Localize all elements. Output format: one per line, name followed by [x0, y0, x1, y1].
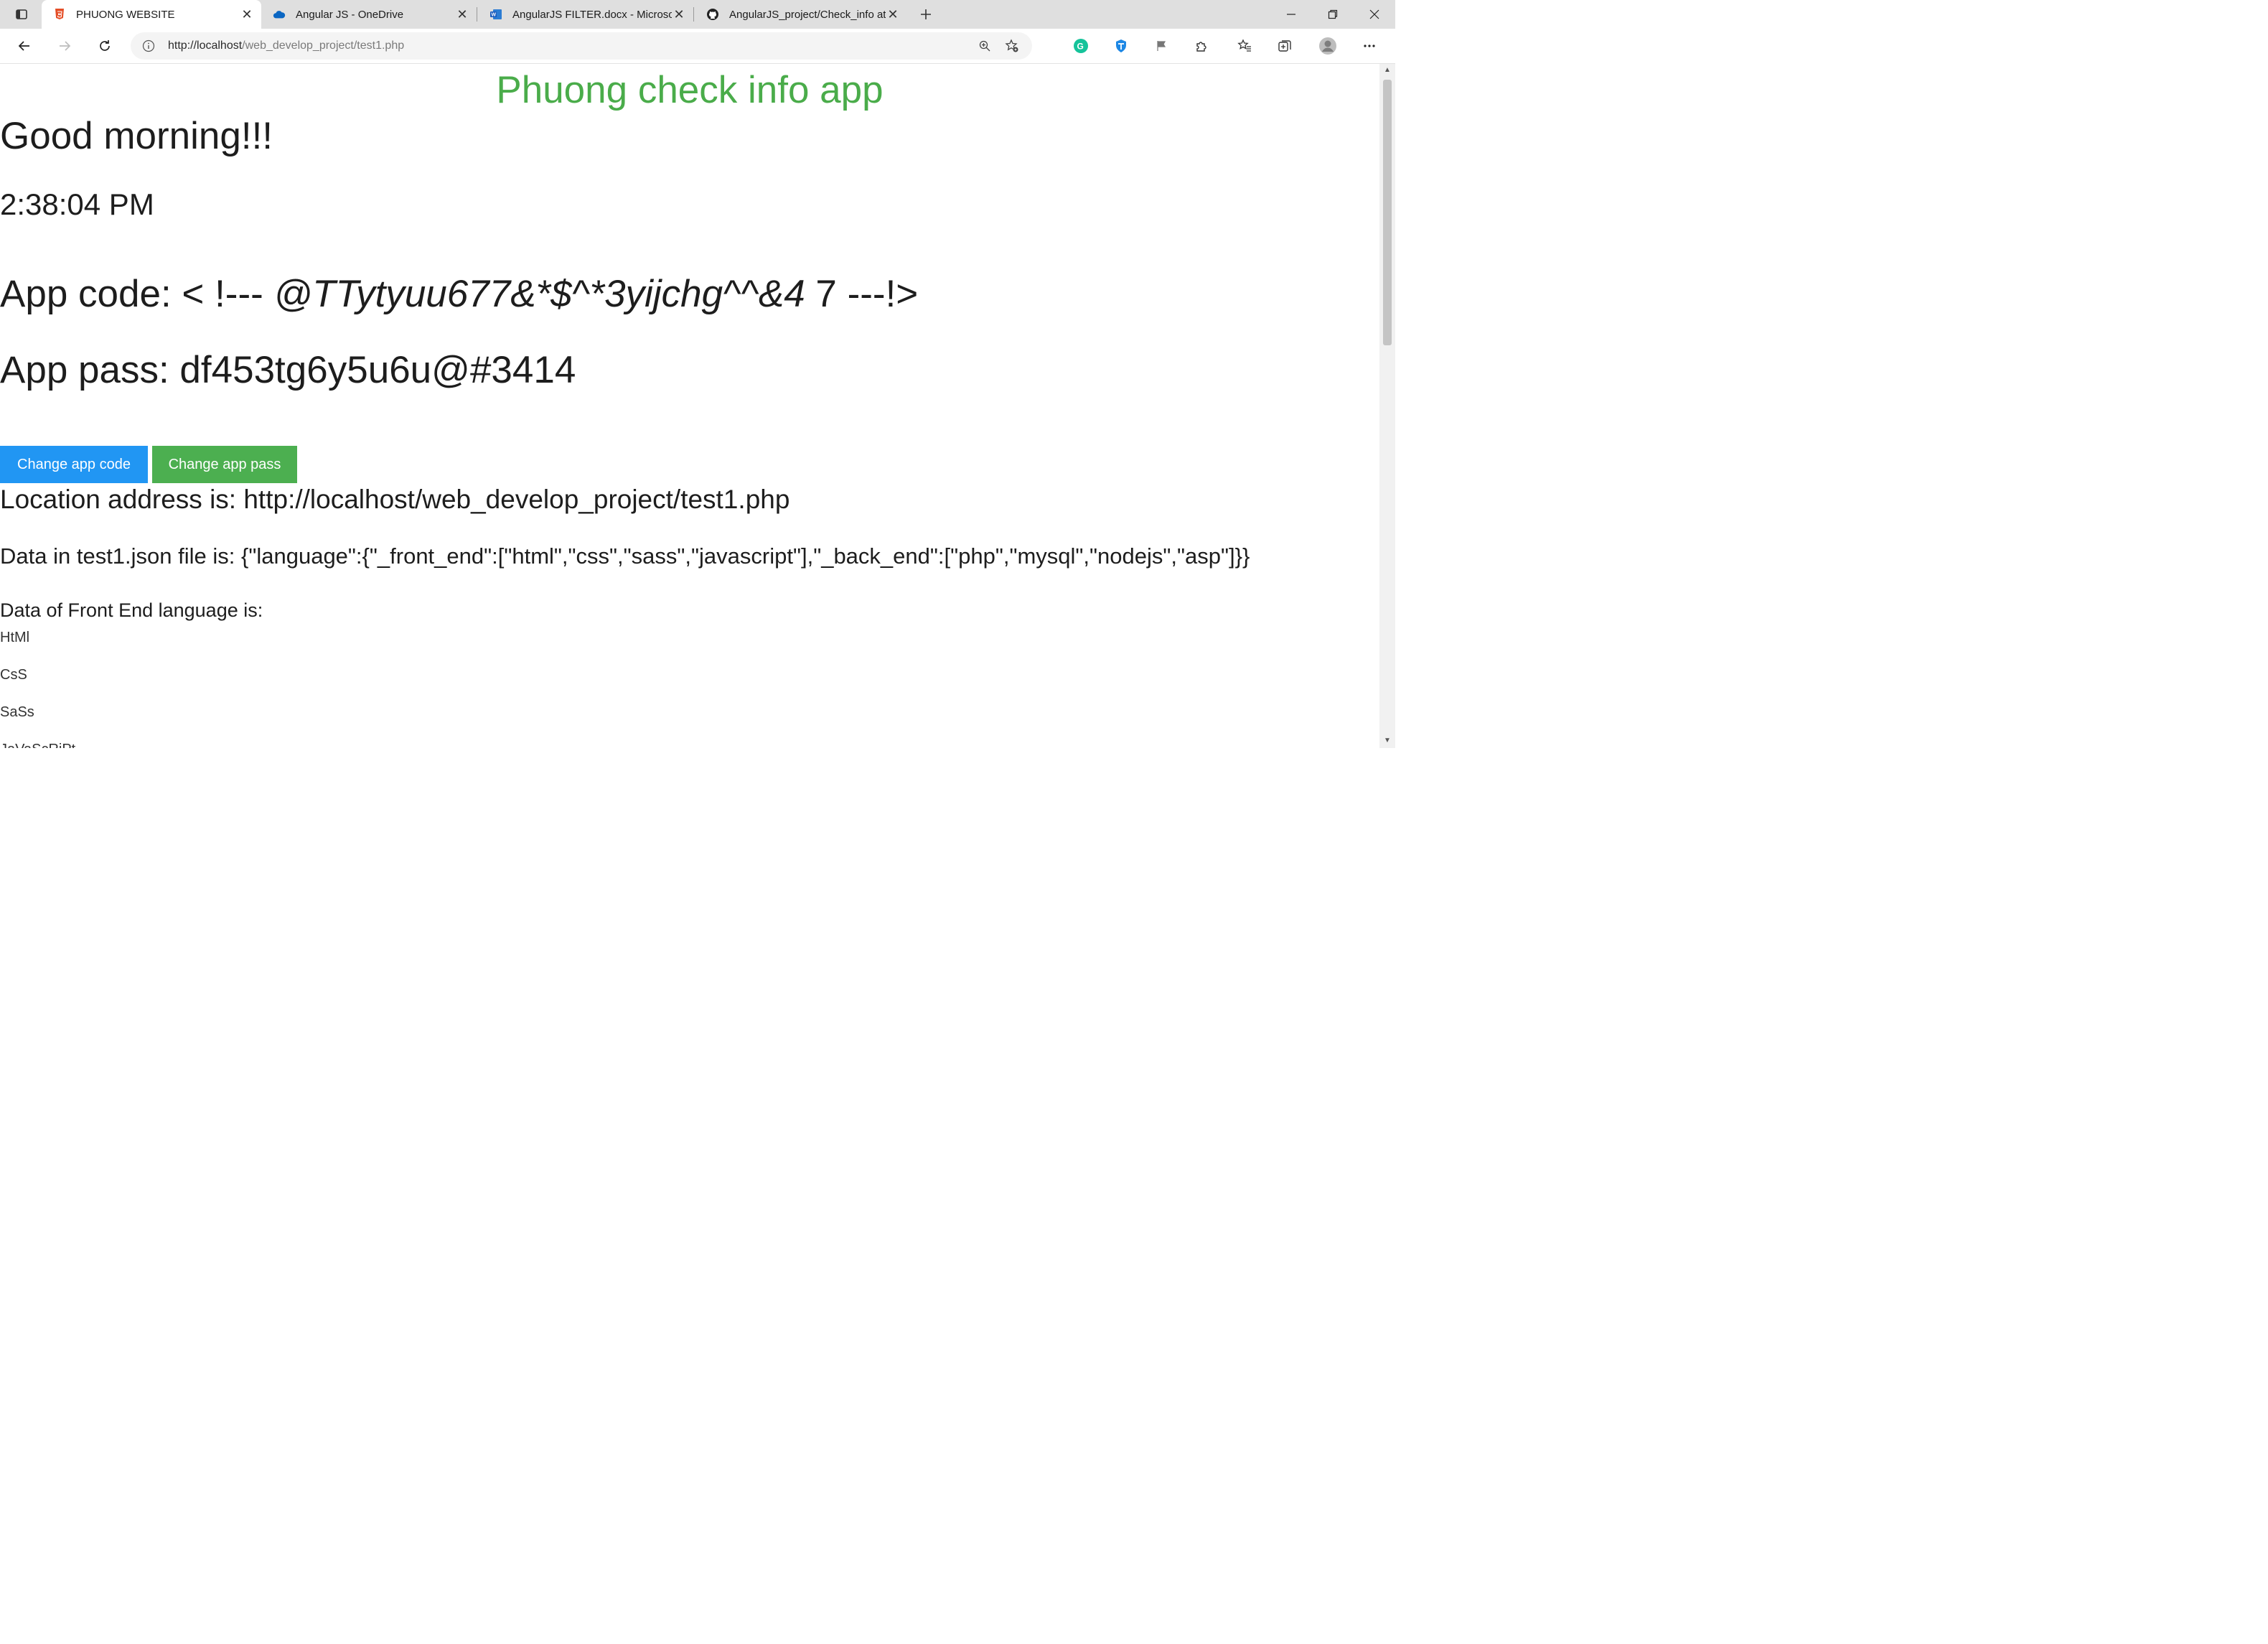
- app-code-value: @TTytyuu677&*$^*3yijchg^^&4: [273, 273, 805, 315]
- profile-avatar-icon[interactable]: [1316, 34, 1339, 57]
- more-menu-icon[interactable]: [1358, 34, 1381, 57]
- url-host: http://localhost: [168, 39, 243, 52]
- tab-title: PHUONG WEBSITE: [76, 8, 175, 21]
- clock-time: 2:38:04 PM: [0, 187, 154, 221]
- browser-window: PHUONG WEBSITE ✕ Angular JS - OneDrive ✕…: [0, 0, 1395, 748]
- site-info-icon[interactable]: [141, 38, 156, 54]
- tab-word-doc[interactable]: W AngularJS FILTER.docx - Microsoft ✕: [478, 0, 693, 29]
- minimize-icon[interactable]: [1270, 0, 1312, 29]
- close-icon[interactable]: ✕: [672, 7, 686, 22]
- browser-toolbar: http://localhost/web_develop_project/tes…: [0, 29, 1395, 64]
- back-icon[interactable]: [13, 34, 36, 57]
- tab-phuong-website[interactable]: PHUONG WEBSITE ✕: [42, 0, 261, 29]
- tab-github[interactable]: AngularJS_project/Check_info at ✕: [695, 0, 907, 29]
- html5-icon: [53, 8, 66, 21]
- close-icon[interactable]: ✕: [886, 7, 900, 22]
- page-title: Phuong check info app: [496, 69, 884, 111]
- url-text[interactable]: http://localhost/web_develop_project/tes…: [168, 39, 972, 52]
- tab-title: AngularJS FILTER.docx - Microsoft: [512, 8, 672, 21]
- favorites-icon[interactable]: [1233, 34, 1256, 57]
- address-bar[interactable]: http://localhost/web_develop_project/tes…: [131, 32, 1032, 60]
- github-icon: [706, 8, 719, 21]
- tab-title: Angular JS - OneDrive: [296, 8, 404, 21]
- grammarly-icon[interactable]: G: [1069, 34, 1092, 57]
- svg-text:W: W: [492, 13, 497, 18]
- scroll-up-icon[interactable]: ▲: [1383, 67, 1392, 74]
- tab-separator: [693, 7, 694, 22]
- list-item: CsS: [0, 667, 27, 683]
- forward-icon[interactable]: [53, 34, 76, 57]
- add-favorite-icon[interactable]: [998, 34, 1026, 57]
- app-code-line: App code: < !--- @TTytyuu677&*$^*3yijchg…: [0, 272, 918, 316]
- extensions-puzzle-icon[interactable]: [1190, 34, 1213, 57]
- close-window-icon[interactable]: [1354, 0, 1395, 29]
- flag-icon[interactable]: [1150, 34, 1173, 57]
- word-icon: W: [489, 8, 502, 21]
- app-code-label: App code: < !---: [0, 273, 274, 315]
- close-icon[interactable]: ✕: [455, 7, 469, 22]
- restore-icon[interactable]: [1312, 0, 1354, 29]
- json-data-line: Data in test1.json file is: {"language":…: [0, 543, 1250, 569]
- list-item: SaSs: [0, 704, 34, 720]
- change-app-pass-button[interactable]: Change app pass: [152, 446, 297, 483]
- front-end-title: Data of Front End language is:: [0, 599, 263, 621]
- page-viewport: Phuong check info app Good morning!!! 2:…: [0, 64, 1379, 748]
- tab-title: AngularJS_project/Check_info at: [729, 8, 886, 21]
- list-item: HtMl: [0, 630, 30, 645]
- extension-shield-icon[interactable]: [1110, 34, 1133, 57]
- scroll-thumb[interactable]: [1383, 80, 1392, 345]
- location-address: Location address is: http://localhost/we…: [0, 485, 790, 514]
- refresh-icon[interactable]: [93, 34, 116, 57]
- zoom-icon[interactable]: [972, 34, 998, 57]
- list-item: JaVaScRiPt: [0, 742, 75, 748]
- close-icon[interactable]: ✕: [240, 7, 254, 22]
- app-pass-line: App pass: df453tg6y5u6u@#3414: [0, 349, 576, 391]
- onedrive-icon: [273, 8, 286, 21]
- collections-icon[interactable]: [1273, 34, 1296, 57]
- url-path: /web_develop_project/test1.php: [242, 39, 405, 52]
- app-code-tail: 7 ---!>: [805, 273, 919, 315]
- tab-onedrive[interactable]: Angular JS - OneDrive ✕: [261, 0, 477, 29]
- vertical-scrollbar[interactable]: ▲ ▼: [1379, 64, 1395, 748]
- scroll-down-icon[interactable]: ▼: [1383, 737, 1392, 744]
- greeting-text: Good morning!!!: [0, 115, 273, 157]
- tab-bar: PHUONG WEBSITE ✕ Angular JS - OneDrive ✕…: [0, 0, 1395, 29]
- change-app-code-button[interactable]: Change app code: [0, 446, 148, 483]
- svg-text:G: G: [1077, 42, 1084, 52]
- tab-actions-icon[interactable]: [11, 4, 32, 24]
- new-tab-icon[interactable]: [916, 4, 936, 24]
